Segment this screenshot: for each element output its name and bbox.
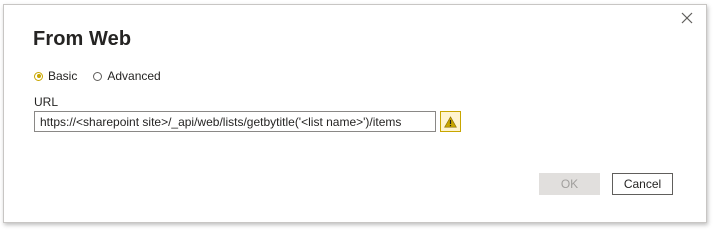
- cancel-button[interactable]: Cancel: [612, 173, 673, 195]
- url-warning-button[interactable]: [440, 111, 461, 132]
- close-button[interactable]: [678, 9, 696, 27]
- ok-button[interactable]: OK: [539, 173, 600, 195]
- warning-icon: [444, 115, 457, 127]
- mode-radio-group: Basic Advanced: [34, 69, 177, 83]
- dialog-title: From Web: [33, 28, 132, 50]
- from-web-dialog: From Web Basic Advanced URL OK Cancel: [3, 4, 707, 223]
- radio-advanced-label: Advanced: [107, 69, 161, 83]
- radio-basic-label: Basic: [48, 69, 78, 83]
- radio-basic-indicator[interactable]: [34, 71, 43, 81]
- close-icon: [681, 12, 693, 24]
- radio-basic[interactable]: Basic: [34, 69, 77, 83]
- url-input[interactable]: [34, 111, 436, 132]
- url-label: URL: [34, 95, 59, 109]
- radio-advanced-indicator[interactable]: [93, 71, 103, 81]
- radio-advanced[interactable]: Advanced: [93, 69, 161, 83]
